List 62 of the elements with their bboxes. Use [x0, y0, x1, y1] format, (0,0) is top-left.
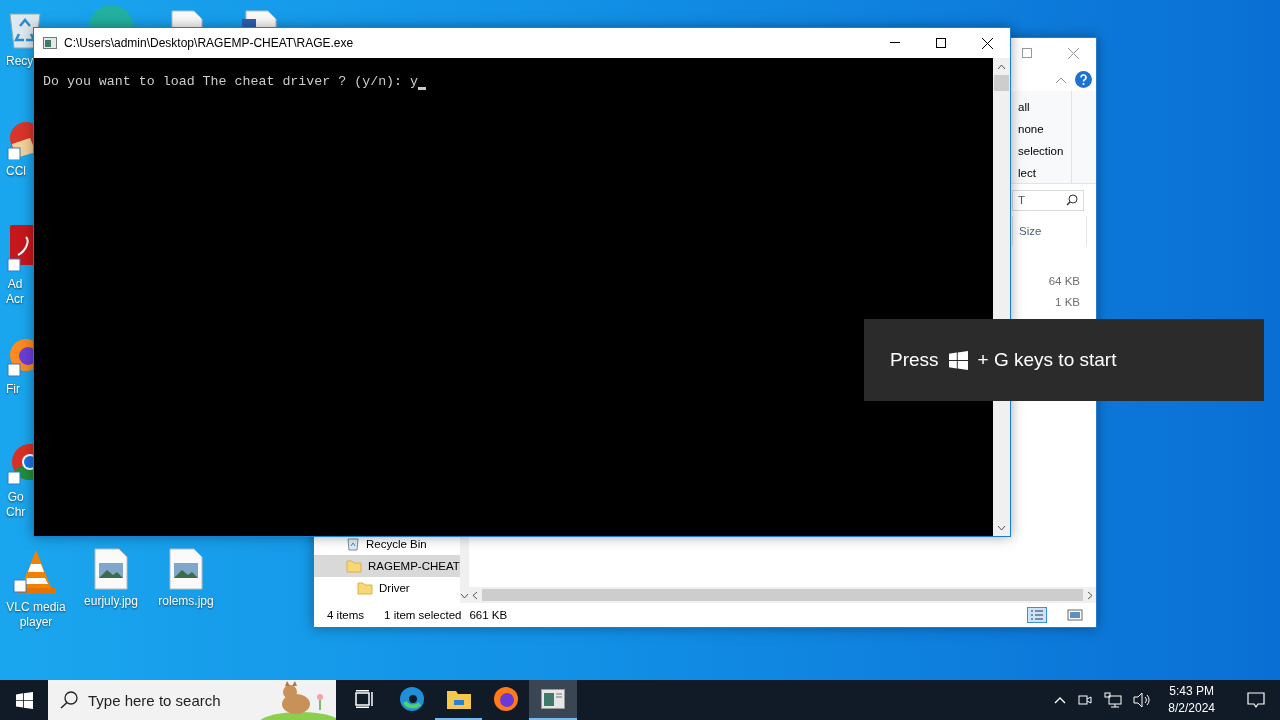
console-app-icon — [43, 37, 57, 49]
thumbnail-view-icon[interactable] — [1067, 608, 1083, 622]
chevron-up-icon — [1055, 75, 1067, 84]
search-field[interactable]: T — [1012, 189, 1084, 211]
clock-time[interactable]: 5:43 PM — [1169, 683, 1214, 700]
scrollbar-thumb[interactable] — [482, 589, 1083, 601]
volume-icon — [1133, 692, 1152, 708]
chevron-right-icon — [1087, 590, 1093, 600]
ribbon-command[interactable]: selection — [1013, 143, 1071, 160]
windows-logo-icon — [948, 350, 968, 370]
text-cursor — [418, 87, 427, 90]
camera-icon — [1077, 692, 1094, 708]
column-header[interactable]: Size — [1012, 216, 1087, 246]
chevron-up-icon — [997, 63, 1006, 70]
recycle-bin-icon — [346, 537, 360, 551]
status-text: 1 item selected — [384, 609, 462, 621]
taskbar-app-button[interactable] — [529, 680, 577, 720]
console-app-icon — [541, 689, 565, 709]
browser-shortcut-icon — [87, 6, 135, 27]
search-icon — [1066, 194, 1078, 206]
scrollbar[interactable] — [459, 537, 469, 603]
chevron-down-icon — [459, 593, 469, 599]
minimize-icon — [890, 42, 900, 44]
folder-icon — [445, 688, 472, 710]
scrollbar-thumb[interactable] — [994, 75, 1009, 91]
chevron-left-icon — [472, 590, 478, 600]
folder-tree-item[interactable]: RAGEMP-CHEAT — [314, 555, 460, 577]
toast-text: Press — [890, 349, 939, 371]
fox-globe-icon — [492, 686, 519, 712]
ribbon-command[interactable]: none — [1013, 121, 1071, 138]
folder-icon — [346, 559, 362, 573]
folder-icon — [357, 581, 373, 595]
close-icon — [981, 37, 993, 49]
console-output: Do you want to load The cheat driver ? (y/n): y — [43, 74, 419, 90]
table-cell-text: 64 KB — [1048, 274, 1080, 289]
ribbon-command[interactable]: lect — [1013, 165, 1071, 182]
search-icon — [60, 691, 78, 709]
edge-browser-icon — [398, 686, 425, 712]
network-icon — [1104, 692, 1123, 708]
window-title: C:\Users\admin\Desktop\RAGEMP-CHEAT\RAGE.exe — [64, 36, 355, 50]
close-icon — [1067, 47, 1079, 59]
maximize-icon — [936, 38, 946, 48]
scrollbar[interactable] — [469, 587, 1096, 603]
help-icon[interactable] — [1075, 71, 1092, 88]
chevron-down-icon — [997, 524, 1006, 531]
chevron-up-icon — [1054, 696, 1067, 704]
maximize-icon — [1022, 48, 1032, 58]
windows-logo-icon — [15, 691, 33, 709]
notification-icon[interactable] — [1247, 691, 1265, 709]
toast-text: + G keys to start — [977, 349, 1117, 371]
task-view-icon — [354, 690, 374, 708]
folder-tree-item[interactable]: Driver — [314, 577, 460, 599]
ribbon-command[interactable]: all — [1013, 99, 1071, 116]
folder-tree-item[interactable]: Recycle Bin — [314, 533, 460, 555]
status-text: 661 KB — [469, 609, 508, 621]
clock-date[interactable]: 8/2/2024 — [1168, 700, 1215, 717]
image-file-icon — [169, 548, 203, 590]
image-file-icon — [94, 548, 128, 590]
table-cell-text: 1 KB — [1055, 295, 1080, 310]
details-view-icon[interactable] — [1027, 607, 1047, 623]
search-field[interactable]: Type here to search — [48, 680, 336, 720]
status-text: 4 items — [327, 609, 365, 621]
